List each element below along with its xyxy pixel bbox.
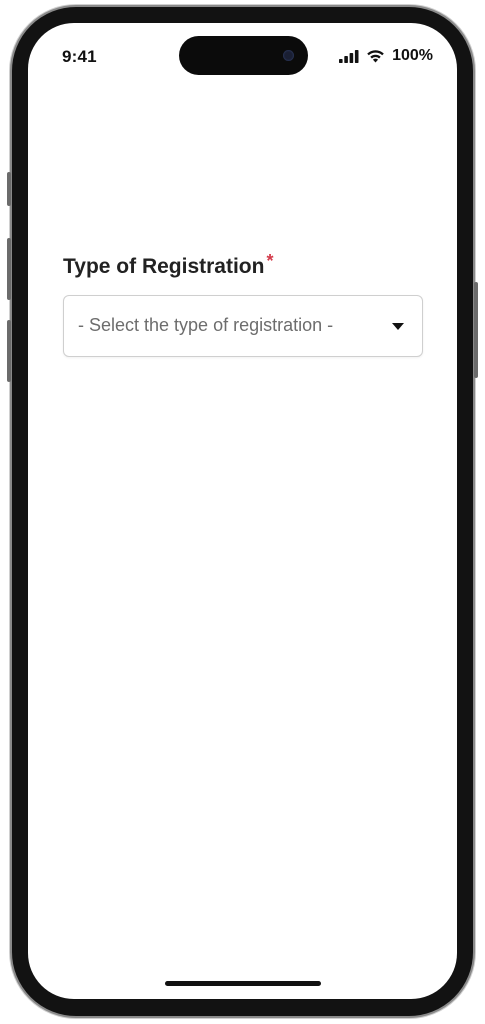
action-button (7, 172, 11, 206)
status-bar: 9:41 100% (28, 23, 457, 87)
registration-type-label-text: Type of Registration (63, 255, 265, 278)
registration-type-select[interactable]: - Select the type of registration - (63, 295, 423, 357)
app-screen: 9:41 100% Type of Registration * - Select… (28, 23, 457, 999)
home-indicator[interactable] (165, 981, 321, 986)
volume-down-button (7, 320, 11, 382)
registration-type-label: Type of Registration * (63, 251, 424, 279)
registration-form: Type of Registration * - Select the type … (63, 251, 424, 357)
volume-up-button (7, 238, 11, 300)
dynamic-island (179, 36, 308, 75)
status-indicators: 100% (339, 47, 433, 65)
wifi-icon (367, 50, 384, 63)
registration-type-placeholder: - Select the type of registration - (78, 315, 334, 335)
battery-level: 100% (392, 47, 433, 64)
power-button (474, 282, 478, 378)
cellular-signal-icon (339, 49, 359, 63)
status-time: 9:41 (62, 47, 97, 66)
required-marker: * (266, 251, 274, 271)
front-camera-icon (283, 50, 294, 61)
caret-down-icon (392, 323, 404, 330)
